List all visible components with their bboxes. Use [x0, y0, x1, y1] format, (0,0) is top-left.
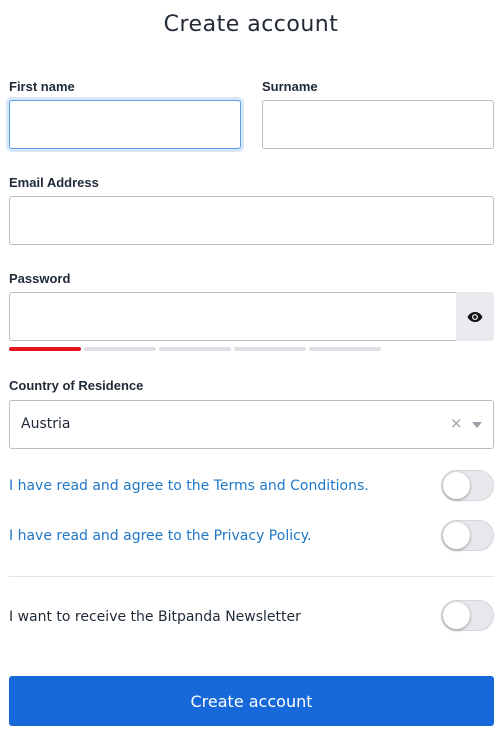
first-name-label: First name — [9, 79, 75, 94]
divider — [9, 576, 494, 577]
eye-icon — [467, 311, 483, 322]
password-field-container — [9, 292, 457, 341]
strength-segment — [309, 347, 381, 351]
newsletter-toggle-knob — [443, 602, 470, 629]
surname-label: Surname — [262, 79, 318, 94]
country-label: Country of Residence — [9, 378, 144, 393]
privacy-link[interactable]: I have read and agree to the Privacy Pol… — [9, 528, 312, 544]
country-select[interactable]: Austria × — [9, 400, 494, 449]
clear-selection-icon[interactable]: × — [450, 414, 463, 432]
strength-segment — [84, 347, 156, 351]
newsletter-toggle[interactable] — [441, 600, 494, 631]
chevron-down-icon[interactable] — [472, 422, 482, 428]
strength-segment — [159, 347, 231, 351]
page-title: Create account — [163, 12, 339, 37]
terms-link[interactable]: I have read and agree to the Terms and C… — [9, 478, 369, 494]
terms-toggle[interactable] — [441, 470, 494, 501]
country-selected-value: Austria — [21, 416, 71, 432]
password-field[interactable] — [10, 293, 456, 340]
privacy-toggle[interactable] — [441, 520, 494, 551]
password-strength-meter — [9, 347, 381, 351]
terms-toggle-knob — [443, 472, 470, 499]
first-name-field-container — [9, 100, 241, 149]
surname-field[interactable] — [263, 101, 493, 148]
surname-field-container — [262, 100, 494, 149]
password-label: Password — [9, 271, 71, 286]
email-label: Email Address — [9, 175, 99, 190]
newsletter-label: I want to receive the Bitpanda Newslette… — [9, 609, 301, 625]
strength-segment — [234, 347, 306, 351]
email-field-container — [9, 196, 494, 245]
privacy-toggle-knob — [443, 522, 470, 549]
email-field[interactable] — [10, 197, 493, 244]
create-account-button[interactable]: Create account — [9, 676, 494, 726]
strength-segment — [9, 347, 81, 351]
first-name-field[interactable] — [10, 101, 240, 148]
show-password-button[interactable] — [456, 292, 494, 341]
